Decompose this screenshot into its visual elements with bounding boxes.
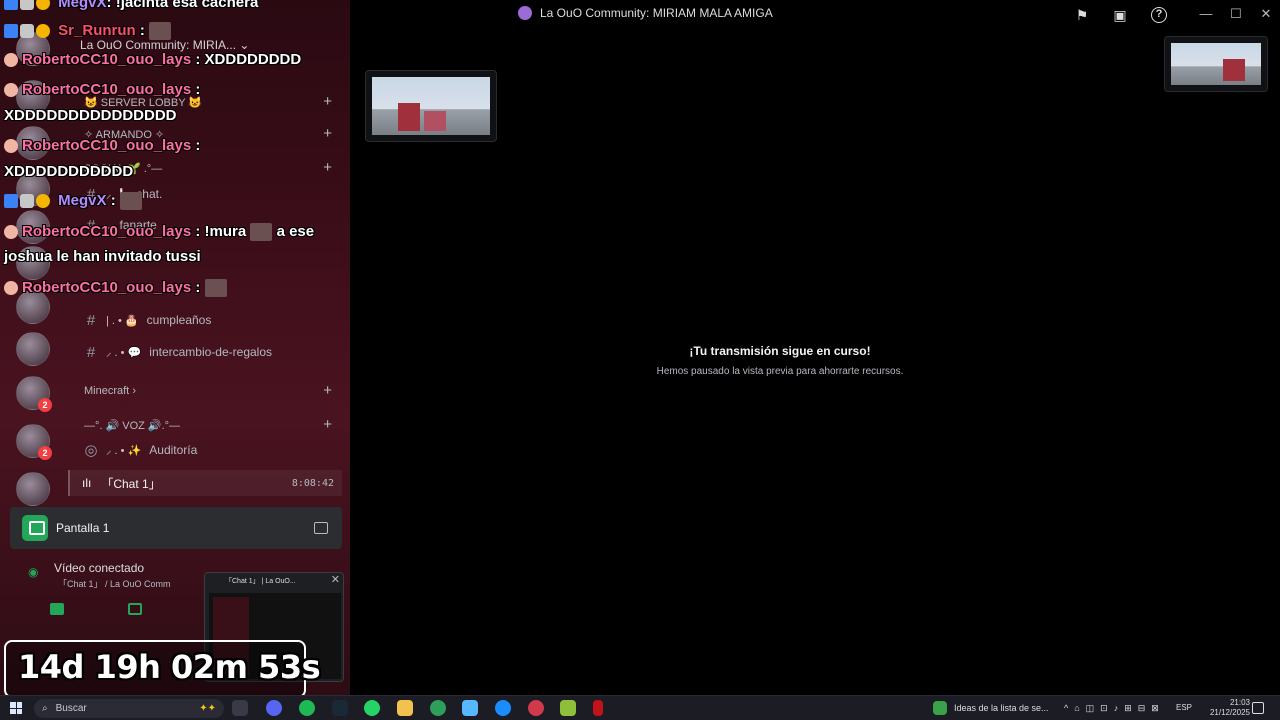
hash-icon: # bbox=[86, 185, 96, 203]
xbox-app-icon[interactable] bbox=[430, 700, 446, 716]
help-icon[interactable]: ? bbox=[1151, 7, 1167, 23]
server-icon[interactable] bbox=[16, 210, 50, 244]
server-icon[interactable] bbox=[16, 126, 50, 160]
hash-icon: # bbox=[86, 311, 96, 329]
voice-channel-active[interactable]: ılı 「Chat 1」 8:08:42 bbox=[68, 470, 342, 496]
video-channel-info[interactable]: 「Chat 1」 / La OuO Comm bbox=[58, 577, 171, 590]
category-social[interactable]: SOCIAL 🌱 .°— bbox=[84, 162, 162, 175]
hash-icon: # bbox=[86, 216, 96, 234]
add-channel-icon[interactable]: + bbox=[323, 416, 332, 433]
discord-app-icon[interactable] bbox=[266, 700, 282, 716]
flag-icon[interactable]: ⚑ bbox=[1074, 7, 1090, 23]
inbox-icon[interactable]: ▣ bbox=[1112, 7, 1128, 23]
clock[interactable]: 21:03 21/12/2025 bbox=[1210, 698, 1250, 718]
server-icon[interactable] bbox=[16, 332, 50, 366]
notification-badge: 2 bbox=[38, 446, 52, 460]
stop-stream-icon[interactable] bbox=[314, 522, 328, 534]
language-indicator[interactable]: ESP bbox=[1176, 703, 1192, 712]
notice-title: ¡Tu transmisión sigue en curso! bbox=[689, 344, 871, 358]
voice-channel-label: 「Chat 1」 bbox=[101, 476, 161, 491]
app-icon[interactable] bbox=[462, 700, 478, 716]
close-window-icon[interactable]: ✕ bbox=[1256, 6, 1276, 22]
screen-share-button-icon[interactable] bbox=[128, 603, 142, 615]
voice-wave-icon: ılı bbox=[82, 476, 92, 490]
server-name: La OuO Community: MIRIA... bbox=[80, 38, 237, 52]
steam-app-icon[interactable] bbox=[332, 700, 348, 716]
system-tray-icons[interactable]: ^⌂◫⊡♪⊞⊟⊠ bbox=[1064, 703, 1165, 714]
channel-auditoria[interactable]: ◎ ⸝ . • ✨ Auditoría bbox=[84, 439, 334, 461]
search-icon: ⌕ bbox=[42, 703, 48, 714]
server-icon[interactable]: 2 bbox=[16, 424, 52, 460]
server-avatar-icon bbox=[518, 6, 532, 20]
screen-share-icon bbox=[22, 515, 48, 541]
file-explorer-icon[interactable] bbox=[397, 700, 413, 716]
edge-app-icon[interactable] bbox=[495, 700, 511, 716]
channel-fanarte[interactable]: # ⸝ fanarte bbox=[84, 214, 334, 236]
close-icon[interactable]: ✕ bbox=[331, 573, 340, 586]
chevron-right-icon: › bbox=[132, 385, 136, 397]
server-header[interactable]: La OuO Community: MIRIA... ⌄ bbox=[80, 38, 320, 58]
category-server-lobby[interactable]: 😺 SERVER LOBBY 😺 bbox=[84, 96, 202, 109]
stream-paused-notice: ¡Tu transmisión sigue en curso! Hemos pa… bbox=[350, 344, 1280, 377]
add-channel-icon[interactable]: + bbox=[323, 159, 332, 176]
voice-timer: 8:08:42 bbox=[291, 477, 334, 489]
server-icon[interactable] bbox=[16, 472, 50, 506]
server-icon[interactable] bbox=[16, 246, 50, 280]
server-icon[interactable] bbox=[16, 290, 50, 324]
server-icon[interactable] bbox=[16, 80, 50, 114]
server-icon[interactable] bbox=[16, 172, 50, 206]
minimize-icon[interactable]: — bbox=[1196, 6, 1216, 21]
stage-icon: ◎ bbox=[84, 442, 98, 459]
chevron-down-icon: ⌄ bbox=[239, 38, 250, 52]
sparkle-icon: ✦✦ bbox=[199, 703, 216, 714]
hash-icon: # bbox=[86, 343, 96, 361]
uptime-timer-overlay: 14d 19h 02m 53s bbox=[4, 640, 321, 698]
add-channel-icon[interactable]: + bbox=[323, 382, 332, 399]
maximize-icon[interactable]: ☐ bbox=[1226, 6, 1246, 22]
notice-subtitle: Hemos pausado la vista previa para ahorr… bbox=[656, 366, 904, 377]
add-channel-icon[interactable]: + bbox=[323, 93, 332, 110]
taskbar-notification-text[interactable]: Ideas de la lista de se... bbox=[954, 703, 1049, 713]
notifications-icon[interactable] bbox=[1252, 702, 1264, 714]
category-minecraft[interactable]: Minecraft › bbox=[84, 385, 136, 397]
notification-badge: 2 bbox=[38, 398, 52, 412]
spotify-app-icon[interactable] bbox=[299, 700, 315, 716]
category-voz[interactable]: ―°. 🔊 VOZ 🔊.°― bbox=[84, 419, 180, 432]
obs-app-icon[interactable] bbox=[528, 700, 544, 716]
taskbar-search[interactable]: ⌕ Buscar ✦✦ bbox=[34, 699, 224, 718]
clock-date: 21/12/2025 bbox=[1209, 708, 1250, 717]
app-icon[interactable] bbox=[593, 700, 603, 716]
uptime-timer-text: 14d 19h 02m 53s bbox=[18, 648, 321, 686]
category-armando[interactable]: ✧ ARMANDO ✧ bbox=[84, 128, 164, 141]
stream-panel[interactable]: Pantalla 1 bbox=[10, 507, 342, 549]
clock-time: 21:03 bbox=[1229, 698, 1250, 707]
stream-thumbnail-small[interactable] bbox=[1164, 36, 1268, 92]
windows-start-icon[interactable] bbox=[10, 702, 22, 714]
add-channel-icon[interactable]: + bbox=[323, 125, 332, 142]
server-icon[interactable]: 2 bbox=[16, 376, 52, 412]
window-title: La OuO Community: MIRIAM MALA AMIGA bbox=[518, 6, 773, 20]
video-status: Vídeo conectado bbox=[54, 561, 145, 575]
signal-icon: ◉ bbox=[28, 565, 39, 579]
popout-title: 「Chat 1」 | La OuO... bbox=[225, 578, 296, 585]
task-view-icon[interactable] bbox=[232, 700, 248, 716]
notes-app-icon[interactable] bbox=[933, 701, 947, 715]
stream-label: Pantalla 1 bbox=[56, 521, 110, 535]
channel-chat[interactable]: # ⸝ ❕ chat. bbox=[84, 183, 334, 205]
channel-cumpleanos[interactable]: # | . • 🎂 cumpleaños bbox=[84, 309, 334, 331]
camera-icon[interactable] bbox=[50, 603, 64, 615]
stream-thumbnail[interactable] bbox=[365, 70, 497, 142]
whatsapp-app-icon[interactable] bbox=[364, 700, 380, 716]
title-bar: La OuO Community: MIRIAM MALA AMIGA ⚑ ▣ … bbox=[350, 0, 1280, 30]
taskbar: ⌕ Buscar ✦✦ Ideas de la lista de se... ^… bbox=[0, 695, 1280, 720]
server-icon[interactable] bbox=[16, 32, 50, 66]
minecraft-app-icon[interactable] bbox=[560, 700, 576, 716]
